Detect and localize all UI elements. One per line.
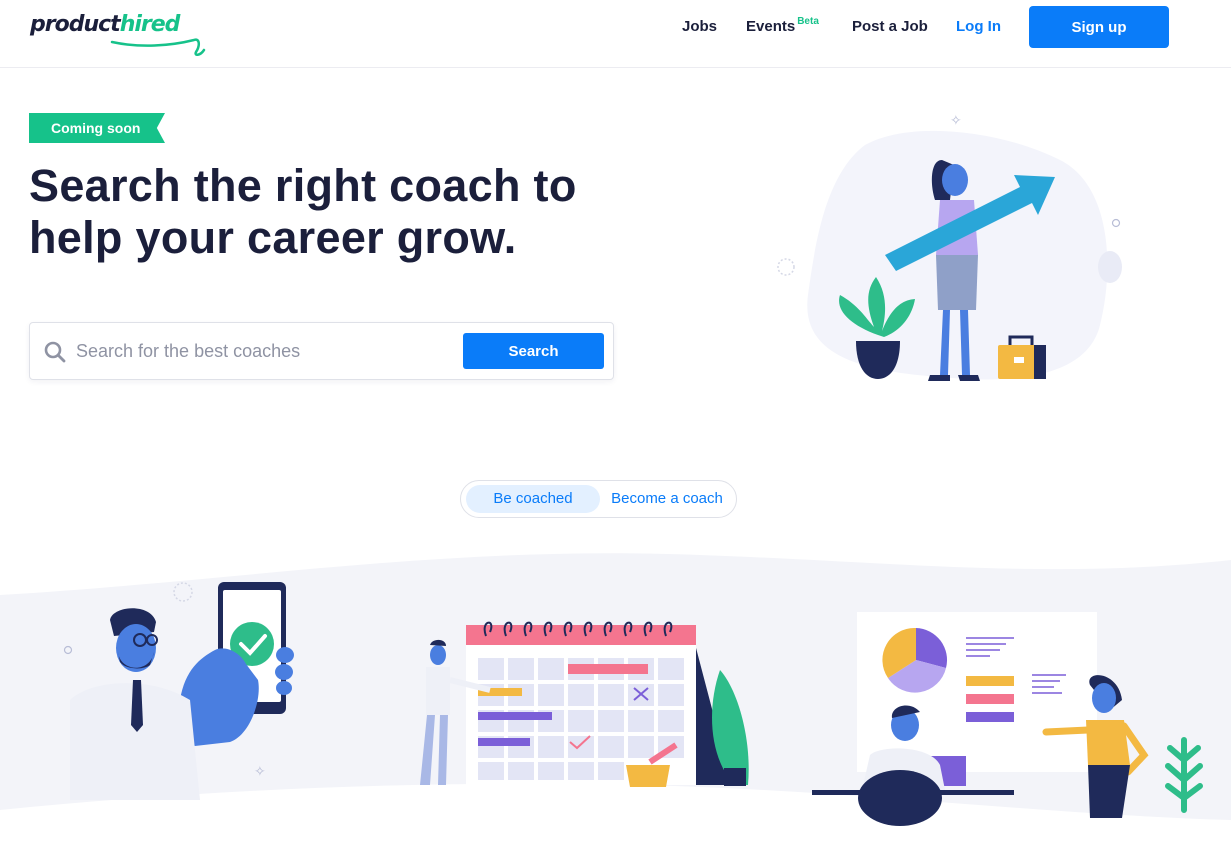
- hero-title-line-2: help your career grow.: [29, 212, 517, 263]
- sparkle-icon: ✧: [950, 113, 962, 129]
- presenter-woman-face: [1092, 683, 1116, 713]
- woman-with-growth-arrow-illustration: ✧: [777, 113, 1122, 381]
- woman-face: [942, 164, 968, 196]
- calendar-header-bar: [466, 625, 696, 645]
- plant-pot: [856, 341, 900, 379]
- search-button[interactable]: Search: [463, 333, 604, 369]
- login-link[interactable]: Log In: [956, 18, 1001, 35]
- signup-button[interactable]: Sign up: [1029, 6, 1169, 48]
- nav-jobs-link[interactable]: Jobs: [682, 18, 717, 35]
- producthired-logo[interactable]: product hired: [30, 10, 206, 56]
- briefcase-clasp: [1014, 357, 1024, 363]
- presenter-face: [430, 645, 446, 665]
- hero-title: Search the right coach to help your care…: [29, 160, 669, 264]
- audience-toggle: Be coached Become a coach: [460, 480, 737, 518]
- search-icon: [44, 341, 66, 363]
- logo-product-text: product: [30, 12, 121, 37]
- chair-icon: [858, 770, 942, 826]
- dot-ornament: [1111, 218, 1121, 228]
- event-bar-pink: [568, 664, 648, 674]
- beta-badge: Beta: [797, 16, 819, 27]
- coach-search-input[interactable]: [76, 333, 456, 369]
- bar-yellow: [966, 676, 1014, 686]
- coach-finger-3: [276, 681, 292, 695]
- event-bar-purple-1: [478, 712, 552, 720]
- whiteboard: [857, 612, 1097, 772]
- coach-search-form: Search: [29, 322, 614, 380]
- woman-skirt: [936, 255, 978, 310]
- dashed-circle-ornament: [777, 258, 795, 276]
- sparkle-icon: ✧: [254, 764, 266, 780]
- presenter-body: [426, 667, 450, 715]
- site-header: product hired Jobs Events Beta Post a Job…: [0, 0, 1231, 68]
- be-coached-option[interactable]: Be coached: [466, 485, 600, 513]
- nav-events-link[interactable]: Events Beta: [746, 16, 819, 35]
- briefcase-side: [1034, 345, 1046, 379]
- bottom-illustrations-band: ✧: [0, 553, 1231, 841]
- presenter-woman-arm: [1042, 726, 1092, 736]
- event-bar-purple-2: [478, 738, 530, 746]
- coach-finger-1: [276, 647, 294, 663]
- nav-post-job-link[interactable]: Post a Job: [852, 18, 928, 35]
- leaf-shape: [1098, 251, 1122, 283]
- coach-finger-2: [275, 664, 293, 680]
- bar-pink: [966, 694, 1014, 704]
- plant-pot: [724, 768, 746, 786]
- bar-purple: [966, 712, 1014, 722]
- become-a-coach-option[interactable]: Become a coach: [602, 485, 732, 513]
- nav-events-label: Events: [746, 18, 796, 35]
- pencil-cup: [626, 765, 670, 787]
- hero-title-line-1: Search the right coach to: [29, 160, 577, 211]
- coming-soon-badge: Coming soon: [29, 113, 165, 143]
- coach-tie: [131, 680, 143, 732]
- logo-swoosh-icon: [110, 38, 206, 56]
